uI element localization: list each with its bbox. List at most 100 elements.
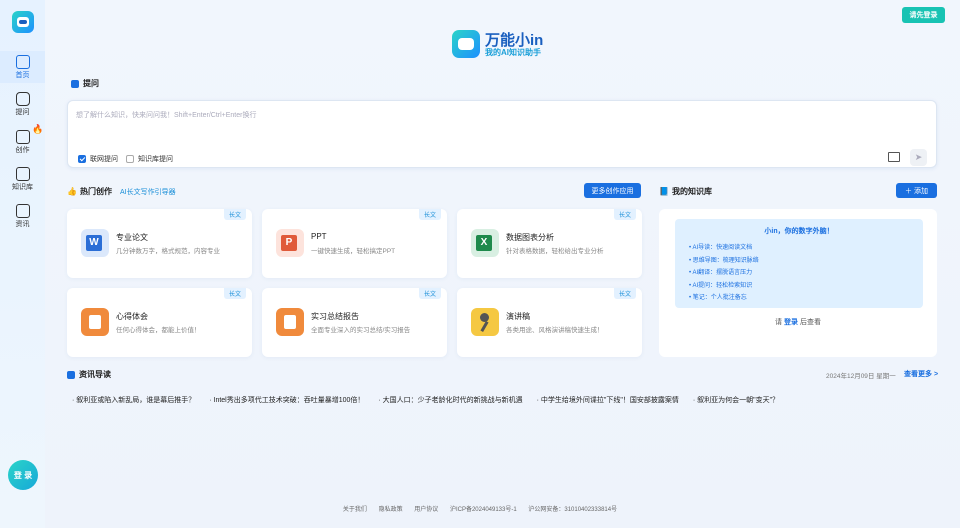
ask-section-title: 提问	[71, 78, 99, 89]
news-icon	[67, 370, 75, 379]
kb-feature: 思维导图：梳理知识脉络	[689, 255, 759, 268]
card-desc: 任何心得体会，都能上价值！	[116, 327, 201, 334]
brand: 万能小in 我的AI知识助手	[452, 28, 592, 60]
kb-login-prefix: 请	[775, 319, 783, 326]
footer-icp[interactable]: 沪ICP备2024049133号-1	[450, 507, 517, 513]
news-list: · 叙利亚或陷入新乱局，谁是幕后推手？ · Intel秀出多项代工技术突破：吞吐…	[72, 395, 791, 405]
web-search-checkbox[interactable]	[78, 155, 86, 163]
footer-about-link[interactable]: 关于我们	[343, 507, 367, 513]
sidebar-item-label: 资讯	[15, 221, 30, 228]
footer-police[interactable]: 沪公网安备：31010402333814号	[528, 507, 617, 513]
sidebar-item-knowledge[interactable]: 知识库	[0, 163, 45, 195]
edit-icon	[15, 130, 30, 144]
kb-search-option[interactable]: 知识库提问	[126, 154, 173, 164]
home-icon	[15, 55, 30, 69]
hot-section-title: 👍 热门创作 AI长文写作引导器	[67, 186, 176, 197]
kb-search-checkbox[interactable]	[126, 155, 134, 163]
card-ppt[interactable]: 长文 P PPT 一键快速生成，轻松搞定PPT	[262, 209, 447, 278]
card-internship-report[interactable]: 长文 实习总结报告 全面专业深入的实习总结/实习报告	[262, 288, 447, 357]
kb-feature: AI导读：快速阅读文档	[689, 242, 759, 255]
app-logo-icon[interactable]	[12, 11, 34, 33]
card-desc: 全面专业深入的实习总结/实习报告	[311, 327, 411, 334]
thumbs-up-icon: 👍	[67, 187, 77, 196]
web-search-option[interactable]: 联网提问	[78, 154, 118, 164]
sidebar-item-label: 提问	[15, 109, 30, 116]
footer-terms-link[interactable]: 用户协议	[414, 507, 438, 513]
card-paper[interactable]: 长文 W 专业论文 几分钟数万字，格式规范，内容专业	[67, 209, 252, 278]
news-title-text: 资讯导读	[79, 370, 111, 379]
card-tag: 长文	[418, 288, 441, 299]
card-desc: 各类用途、风格演讲稿快速生成！	[506, 327, 604, 334]
ask-icon	[71, 79, 79, 88]
news-item[interactable]: · 叙利亚或陷入新乱局，谁是幕后推手？	[72, 397, 195, 404]
card-title: 专业论文	[116, 233, 148, 242]
news-item[interactable]: · Intel秀出多项代工技术突破：吞吐量暴增100倍！	[209, 397, 364, 404]
news-more-link[interactable]: 查看更多 >	[904, 369, 938, 379]
web-search-label: 联网提问	[90, 156, 118, 163]
brand-subtitle: 我的AI知识助手	[485, 48, 541, 57]
notes-icon	[81, 308, 109, 336]
news-item[interactable]: · 大国人口：少子老龄化时代的新挑战与新机遇	[378, 397, 522, 404]
card-title: PPT	[311, 232, 327, 241]
mic-icon	[471, 308, 499, 336]
sidebar-item-ask[interactable]: 提问	[0, 88, 45, 120]
kb-login-hint: 请 登录 后查看	[659, 317, 937, 327]
footer-privacy-link[interactable]: 隐私政策	[379, 507, 403, 513]
news-item[interactable]: · 叙利亚为何会一朝"变天"？	[693, 397, 779, 404]
image-upload-icon[interactable]	[888, 152, 900, 162]
kb-section-title: 📘 我的知识库	[659, 186, 712, 197]
card-speech[interactable]: 长文 演讲稿 各类用途、风格演讲稿快速生成！	[457, 288, 642, 357]
book-icon: 📘	[659, 187, 669, 196]
kb-headline: 小in，你的数字外脑！	[764, 228, 834, 235]
sidebar-item-home[interactable]: 首页	[0, 51, 45, 83]
ask-title-text: 提问	[83, 79, 99, 88]
kb-login-suffix: 后查看	[799, 319, 821, 326]
card-desc: 几分钟数万字，格式规范，内容专业	[116, 248, 220, 255]
knowledge-icon	[15, 167, 30, 181]
kb-feature: AI翻译：摆脱语言压力	[689, 267, 759, 280]
kb-login-link[interactable]: 登录	[784, 319, 798, 326]
kb-feature: AI提问：轻松检索知识	[689, 280, 759, 293]
news-icon	[15, 204, 30, 218]
kb-intro: 小in，你的数字外脑！ AI导读：快速阅读文档 思维导图：梳理知识脉络 AI翻译…	[675, 219, 923, 308]
card-title: 心得体会	[116, 312, 148, 321]
card-chart-analysis[interactable]: 长文 X 数据图表分析 针对表格数据，轻松给出专业分析	[457, 209, 642, 278]
card-tag: 长文	[223, 209, 246, 220]
kb-search-label: 知识库提问	[138, 156, 173, 163]
news-section-title: 资讯导读	[67, 369, 111, 380]
send-icon[interactable]: ➤	[910, 149, 927, 166]
more-apps-button[interactable]: 更多创作应用	[584, 183, 641, 198]
login-button[interactable]: 请先登录	[902, 7, 945, 23]
word-icon: W	[81, 229, 109, 257]
card-tag: 长文	[613, 288, 636, 299]
add-kb-button[interactable]: ＋ 添加	[896, 183, 937, 198]
kb-feature-list: AI导读：快速阅读文档 思维导图：梳理知识脉络 AI翻译：摆脱语言压力 AI提问…	[689, 242, 759, 305]
hot-title-text: 热门创作	[79, 187, 112, 196]
card-title: 实习总结报告	[311, 312, 359, 321]
card-tag: 长文	[223, 288, 246, 299]
card-tag: 长文	[613, 209, 636, 220]
card-reflection[interactable]: 长文 心得体会 任何心得体会，都能上价值！	[67, 288, 252, 357]
sidebar-item-news[interactable]: 资讯	[0, 200, 45, 232]
fire-icon: 🔥	[32, 124, 44, 134]
card-title: 演讲稿	[506, 312, 530, 321]
footer: 关于我们 隐私政策 用户协议 沪ICP备2024049133号-1 沪公网安备：…	[0, 504, 960, 513]
excel-icon: X	[471, 229, 499, 257]
card-desc: 针对表格数据，轻松给出专业分析	[506, 248, 604, 255]
news-date: 2024年12月09日 星期一	[826, 373, 896, 380]
report-icon	[276, 308, 304, 336]
card-title: 数据图表分析	[506, 233, 554, 242]
question-input[interactable]: 想了解什么知识，快来问问我！Shift+Enter/Ctrl+Enter换行	[76, 110, 256, 120]
writing-guide-link[interactable]: AI长文写作引导器	[120, 187, 176, 197]
question-box: 想了解什么知识，快来问问我！Shift+Enter/Ctrl+Enter换行 联…	[67, 100, 937, 168]
news-item[interactable]: · 中学生给境外间谍拉"下线"！国安部披露案情	[537, 397, 679, 404]
sidebar-login-button[interactable]: 登 录	[8, 460, 38, 490]
sidebar-item-label: 首页	[15, 72, 30, 79]
sidebar-item-label: 创作	[15, 147, 30, 154]
card-desc: 一键快速生成，轻松搞定PPT	[311, 248, 396, 255]
sidebar-item-create[interactable]: 🔥 创作	[0, 124, 45, 158]
card-tag: 长文	[418, 209, 441, 220]
kb-feature: 笔记：个人批注备忘	[689, 292, 759, 305]
sidebar-item-label: 知识库	[12, 184, 33, 191]
ppt-icon: P	[276, 229, 304, 257]
